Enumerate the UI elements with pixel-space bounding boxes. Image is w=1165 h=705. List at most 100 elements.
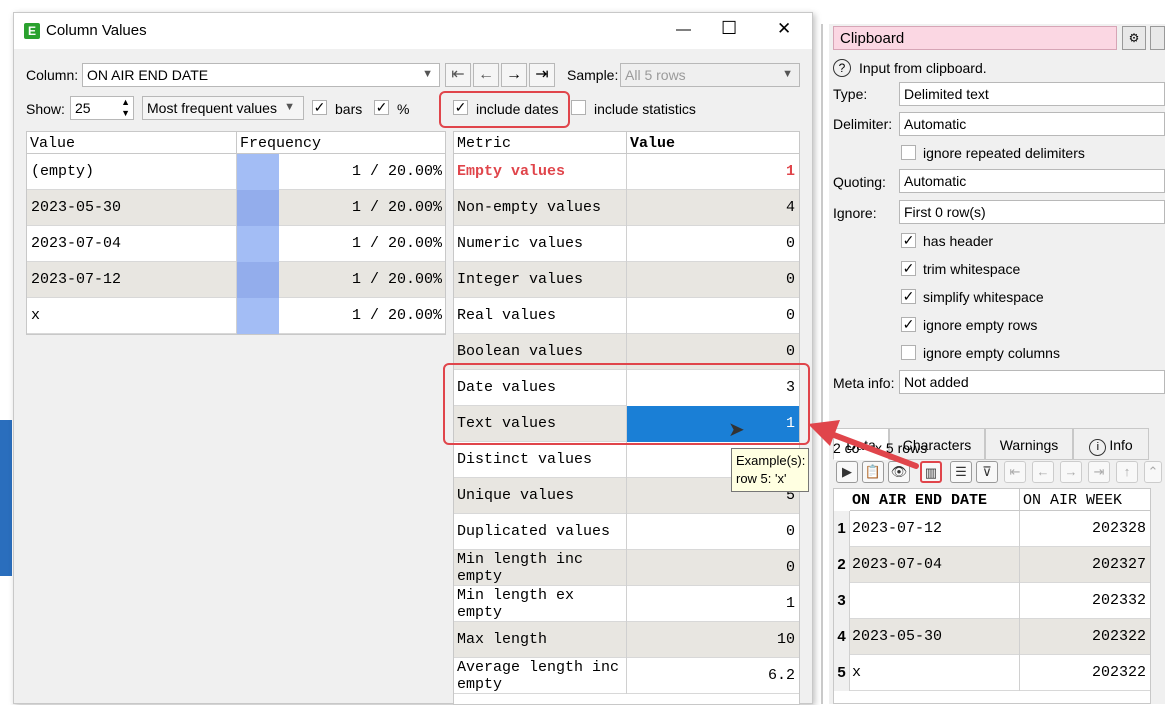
column-header-metric[interactable]: Metric	[454, 132, 627, 154]
maximize-button[interactable]: ☐	[721, 18, 737, 39]
include-dates-label: include dates	[476, 101, 559, 117]
column-header-value[interactable]: Value	[27, 132, 237, 154]
table-row[interactable]: 4 2023-05-30 202322	[834, 619, 1150, 655]
week-cell: 202332	[1091, 592, 1146, 609]
last-icon[interactable]: ⇥	[1088, 461, 1110, 483]
table-row[interactable]: Duplicated values 0	[454, 514, 799, 550]
row-number: 1	[834, 511, 850, 547]
first-column-button[interactable]: ⇤	[445, 63, 471, 87]
quoting-select[interactable]: Automatic	[899, 169, 1165, 193]
type-select[interactable]: Delimited text	[899, 82, 1165, 106]
bars-checkbox[interactable]: ✓	[312, 100, 327, 115]
up-icon[interactable]: ↑	[1116, 461, 1138, 483]
data-grid: ON AIR END DATE ON AIR WEEK 1 2023-07-12 2…	[833, 488, 1151, 704]
table-row[interactable]: Real values 0	[454, 298, 799, 334]
value-cell: 2023-05-30	[27, 190, 237, 226]
show-count-spinbox[interactable]: 25 ▲ ▼	[70, 96, 134, 120]
table-row[interactable]: (empty) 1 / 20.00%	[27, 154, 445, 190]
previous-column-button[interactable]: ←	[473, 63, 499, 87]
table-row[interactable]: Integer values 0	[454, 262, 799, 298]
data-header-week[interactable]: ON AIR WEEK	[1020, 489, 1150, 511]
table-row[interactable]: Min length inc empty 0	[454, 550, 799, 586]
ignore-repeated-checkbox[interactable]	[901, 145, 916, 160]
table-row[interactable]: 2023-07-12 1 / 20.00%	[27, 262, 445, 298]
metric-cell: Average length inc empty	[454, 658, 627, 694]
metric-cell: Non-empty values	[454, 190, 627, 226]
include-statistics-checkbox[interactable]	[571, 100, 586, 115]
metric-value-cell: 1	[785, 163, 795, 180]
mode-select[interactable]: Most frequent values ▼	[142, 96, 304, 120]
filter-icon[interactable]: ⊽	[976, 461, 998, 483]
data-header-date[interactable]: ON AIR END DATE	[850, 489, 1020, 511]
previous-icon[interactable]: ←	[1032, 461, 1054, 483]
minimize-button[interactable]: —	[676, 21, 691, 38]
background-window-edge	[0, 420, 12, 576]
meta-info-select[interactable]: Not added	[899, 370, 1165, 394]
frequency-bar	[237, 154, 279, 190]
metric-cell: Integer values	[454, 262, 627, 298]
show-count-value: 25	[75, 100, 91, 116]
column-header-metric-value[interactable]: Value	[627, 132, 799, 154]
table-row[interactable]: Max length 10	[454, 622, 799, 658]
value-cell: 2023-07-12	[27, 262, 237, 298]
more-icon[interactable]: ⌃	[1144, 461, 1162, 483]
percent-label: %	[397, 101, 410, 117]
eye-icon[interactable]: 👁	[888, 461, 910, 483]
metric-cell: Min length inc empty	[454, 550, 627, 586]
table-row[interactable]: 2023-05-30 1 / 20.00%	[27, 190, 445, 226]
first-icon[interactable]: ⇤	[1004, 461, 1026, 483]
data-summary: 2 co x 5 rows	[833, 440, 928, 456]
tab-info[interactable]: i Info	[1073, 428, 1149, 460]
table-row[interactable]: Non-empty values 4	[454, 190, 799, 226]
option-checkbox[interactable]: ✓	[901, 289, 916, 304]
column-select[interactable]: ON AIR END DATE ▼	[82, 63, 440, 87]
date-cell: 2023-05-30	[850, 619, 1020, 655]
option-checkbox[interactable]: ✓	[901, 317, 916, 332]
clipboard-settings-icon[interactable]: ⚙	[1122, 26, 1146, 50]
option-checkbox[interactable]: ✓	[901, 233, 916, 248]
frequency-text: 1 / 20.00%	[351, 271, 442, 288]
frequency-cell: 1 / 20.00%	[237, 262, 445, 298]
frequency-cell: 1 / 20.00%	[237, 154, 445, 190]
panel-title[interactable]: Clipboard	[833, 26, 1117, 50]
option-checkbox[interactable]: ✓	[901, 261, 916, 276]
table-row[interactable]: Empty values 1	[454, 154, 799, 190]
next-icon[interactable]: →	[1060, 461, 1082, 483]
table-row[interactable]: 5 x 202322	[834, 655, 1150, 691]
delimiter-select[interactable]: Automatic	[899, 112, 1165, 136]
next-column-button[interactable]: →	[501, 63, 527, 87]
column-header-frequency[interactable]: Frequency	[237, 132, 445, 154]
table-row[interactable]: 2023-07-04 1 / 20.00%	[27, 226, 445, 262]
metric-cell: Numeric values	[454, 226, 627, 262]
option-checkbox[interactable]	[901, 345, 916, 360]
include-statistics-label: include statistics	[594, 101, 696, 117]
spin-up-icon[interactable]: ▲	[121, 97, 130, 107]
spin-down-icon[interactable]: ▼	[121, 108, 130, 118]
metric-value-cell: 0	[785, 523, 795, 540]
table-row[interactable]: 3 202332	[834, 583, 1150, 619]
tab-warnings[interactable]: Warnings	[985, 428, 1073, 460]
table-row[interactable]: 2 2023-07-04 202327	[834, 547, 1150, 583]
table-row[interactable]: Min length ex empty 1	[454, 586, 799, 622]
table-row[interactable]: x 1 / 20.00%	[27, 298, 445, 334]
week-cell: 202322	[1091, 664, 1146, 681]
play-icon[interactable]: ▶	[836, 461, 858, 483]
frequency-cell: 1 / 20.00%	[237, 298, 445, 334]
pin-icon[interactable]	[1150, 26, 1165, 50]
clipboard-copy-icon[interactable]: 📋	[862, 461, 884, 483]
column-select-value: ON AIR END DATE	[87, 67, 209, 83]
table-row[interactable]: 1 2023-07-12 202328	[834, 511, 1150, 547]
ignore-select[interactable]: First 0 row(s)	[899, 200, 1165, 224]
option-label: trim whitespace	[923, 261, 1021, 277]
date-cell: 2023-07-04	[850, 547, 1020, 583]
close-button[interactable]: ✕	[777, 19, 791, 39]
table-row[interactable]: Numeric values 0	[454, 226, 799, 262]
last-column-button[interactable]: ⇥	[529, 63, 555, 87]
sample-select[interactable]: All 5 rows ▼	[620, 63, 800, 87]
column-values-icon[interactable]: ▥	[920, 461, 942, 483]
percent-checkbox[interactable]: ✓	[374, 100, 389, 115]
table-row[interactable]: Average length inc empty 6.2	[454, 658, 799, 694]
chevron-down-icon: ▼	[284, 101, 295, 113]
row-values-icon[interactable]: ☰	[950, 461, 972, 483]
include-dates-checkbox[interactable]: ✓	[453, 100, 468, 115]
